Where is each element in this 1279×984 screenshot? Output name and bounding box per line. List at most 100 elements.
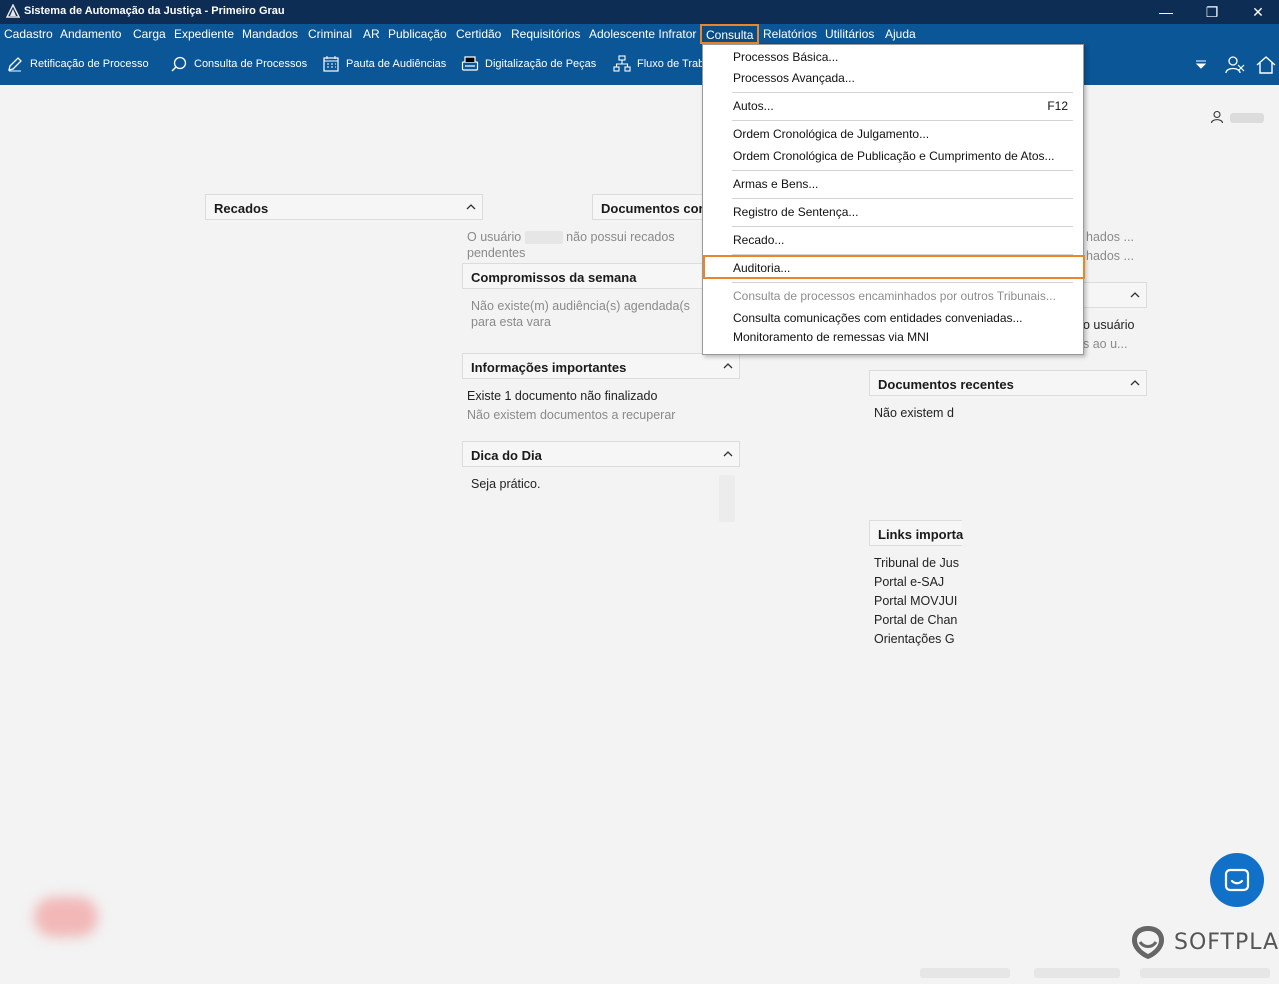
link-tribunal[interactable]: Tribunal de Jus <box>874 556 959 570</box>
flowchart-icon <box>613 55 631 72</box>
menu-item-recado[interactable]: Recado... <box>733 233 784 247</box>
documentos-title: Documentos cor <box>601 201 704 216</box>
menu-item-armas-bens[interactable]: Armas e Bens... <box>733 177 818 191</box>
informacoes-title: Informações importantes <box>471 360 627 375</box>
menu-separator <box>732 198 1073 199</box>
consulta-dropdown-menu: Processos Básica... Processos Avançada..… <box>702 44 1085 355</box>
menu-item-ordem-publicacao[interactable]: Ordem Cronológica de Publicação e Cumpri… <box>733 149 1055 163</box>
right-panel-header[interactable] <box>1084 282 1147 308</box>
link-orientacoes[interactable]: Orientações G <box>874 632 955 646</box>
user-icon <box>1210 110 1224 124</box>
chevron-up-icon[interactable] <box>1130 290 1140 300</box>
compromissos-title: Compromissos da semana <box>471 270 637 285</box>
link-portal-chan[interactable]: Portal de Chan <box>874 613 957 627</box>
pauta-audiencias-label: Pauta de Audiências <box>346 58 447 70</box>
menu-consulta[interactable]: Consulta <box>700 24 760 44</box>
close-button[interactable]: ✕ <box>1235 0 1279 24</box>
menu-expediente[interactable]: Expediente <box>174 27 234 41</box>
softplan-shield-icon <box>1132 926 1164 959</box>
menu-item-processos-basica[interactable]: Processos Básica... <box>733 50 838 64</box>
restore-icon: ❐ <box>1205 3 1219 20</box>
menu-certidao[interactable]: Certidão <box>456 27 501 41</box>
documentos-recentes-panel-header[interactable]: Documentos recentes <box>869 370 1147 396</box>
dica-title: Dica do Dia <box>471 448 542 463</box>
fluxo-trabalho-label: Fluxo de Trab <box>637 58 705 70</box>
menu-bar: Cadastro Andamento Carga Expediente Mand… <box>0 24 1279 44</box>
app-logo-icon <box>6 4 20 18</box>
chevron-up-icon[interactable] <box>466 202 476 212</box>
recados-title: Recados <box>214 201 269 216</box>
users-button[interactable] <box>1224 54 1246 76</box>
chevron-up-icon[interactable] <box>723 449 733 459</box>
chat-button[interactable] <box>1210 853 1264 907</box>
dica-panel-header[interactable]: Dica do Dia <box>462 441 740 467</box>
menu-criminal[interactable]: Criminal <box>308 27 352 41</box>
link-portal-movjui[interactable]: Portal MOVJUI <box>874 594 957 608</box>
recados-panel-header[interactable]: Recados <box>205 194 483 220</box>
recados-message-suffix: não possui recados <box>566 230 675 244</box>
minimize-button[interactable]: — <box>1143 0 1189 24</box>
scanner-icon <box>461 56 479 71</box>
menu-ajuda[interactable]: Ajuda <box>885 27 916 41</box>
documentos-panel-header[interactable]: Documentos cor <box>592 194 704 220</box>
redacted-status-3 <box>1140 968 1270 978</box>
menu-item-ordem-julgamento[interactable]: Ordem Cronológica de Julgamento... <box>733 127 929 141</box>
menu-cadastro[interactable]: Cadastro <box>4 27 53 41</box>
pauta-audiencias-button[interactable]: Pauta de Audiências <box>322 55 446 73</box>
menu-item-processos-avancada[interactable]: Processos Avançada... <box>733 71 855 85</box>
links-title: Links importa <box>878 527 964 542</box>
users-icon <box>1225 56 1245 74</box>
softplan-logo: SOFTPLAN <box>1130 924 1279 960</box>
compromissos-panel-header[interactable]: Compromissos da semana <box>462 263 702 289</box>
informacoes-panel-header[interactable]: Informações importantes <box>462 353 740 379</box>
dica-scrollbar[interactable] <box>719 475 735 522</box>
digitalizacao-button[interactable]: Digitalização de Peças <box>461 55 596 73</box>
restore-button[interactable]: ❐ <box>1189 0 1235 24</box>
menu-adolescente-infrator[interactable]: Adolescente Infrator <box>589 27 696 41</box>
menu-item-autos[interactable]: Autos... <box>733 99 774 113</box>
informacoes-line1[interactable]: Existe 1 documento não finalizado <box>467 389 657 403</box>
toolbar: Retificação de Processo Consulta de Proc… <box>0 44 1279 85</box>
compromissos-line1: Não existe(m) audiência(s) agendada(s <box>471 299 690 313</box>
fluxo-trabalho-button[interactable]: Fluxo de Trab <box>613 55 704 73</box>
informacoes-line2: Não existem documentos a recuperar <box>467 408 676 422</box>
documentos-recentes-text: Não existem d <box>874 406 954 420</box>
chevron-up-icon[interactable] <box>723 361 733 371</box>
menu-mandados[interactable]: Mandados <box>242 27 298 41</box>
close-icon: ✕ <box>1252 3 1264 20</box>
encaminhados-line1: hados ... <box>1086 230 1134 244</box>
menu-separator <box>732 282 1073 283</box>
menu-item-monitoramento[interactable]: Monitoramento de remessas via MNI <box>733 330 929 344</box>
menu-relatorios[interactable]: Relatórios <box>763 27 817 41</box>
toolbar-overflow-button[interactable] <box>1190 54 1212 76</box>
menu-separator <box>732 120 1073 121</box>
user-name-redacted <box>1230 113 1264 123</box>
menu-item-auditoria[interactable]: Auditoria... <box>733 261 790 275</box>
window-title: Sistema de Automação da Justiça - Primei… <box>24 5 285 17</box>
minimize-icon: — <box>1159 4 1173 20</box>
home-button[interactable] <box>1255 54 1277 76</box>
menu-ar[interactable]: AR <box>363 27 380 41</box>
retificacao-button[interactable]: Retificação de Processo <box>6 55 149 73</box>
menu-publicacao[interactable]: Publicação <box>388 27 447 41</box>
menu-requisitorios[interactable]: Requisitórios <box>511 27 580 41</box>
menu-carga[interactable]: Carga <box>133 27 166 41</box>
recados-message-prefix: O usuário <box>467 230 522 244</box>
menu-item-comunicacoes[interactable]: Consulta comunicações com entidades conv… <box>733 311 1023 325</box>
links-panel-header[interactable]: Links importa <box>869 520 964 546</box>
edit-icon <box>8 57 22 72</box>
menu-item-encaminhados: Consulta de processos encaminhados por o… <box>733 289 1056 303</box>
menu-utilitarios[interactable]: Utilitários <box>825 27 874 41</box>
redacted-status-2 <box>1034 968 1120 978</box>
consulta-processos-button[interactable]: Consulta de Processos <box>170 55 307 73</box>
softplan-wordmark: SOFTPLAN <box>1174 929 1279 955</box>
encaminhados-line2: hados ... <box>1086 249 1134 263</box>
dica-text: Seja prático. <box>471 477 541 491</box>
digitalizacao-label: Digitalização de Peças <box>485 58 597 70</box>
menu-andamento[interactable]: Andamento <box>60 27 121 41</box>
redacted-area <box>34 897 98 937</box>
username-redacted <box>524 231 563 245</box>
menu-item-registro-sentenca[interactable]: Registro de Sentença... <box>733 205 858 219</box>
chevron-up-icon[interactable] <box>1130 378 1140 388</box>
link-portal-esaj[interactable]: Portal e-SAJ <box>874 575 944 589</box>
